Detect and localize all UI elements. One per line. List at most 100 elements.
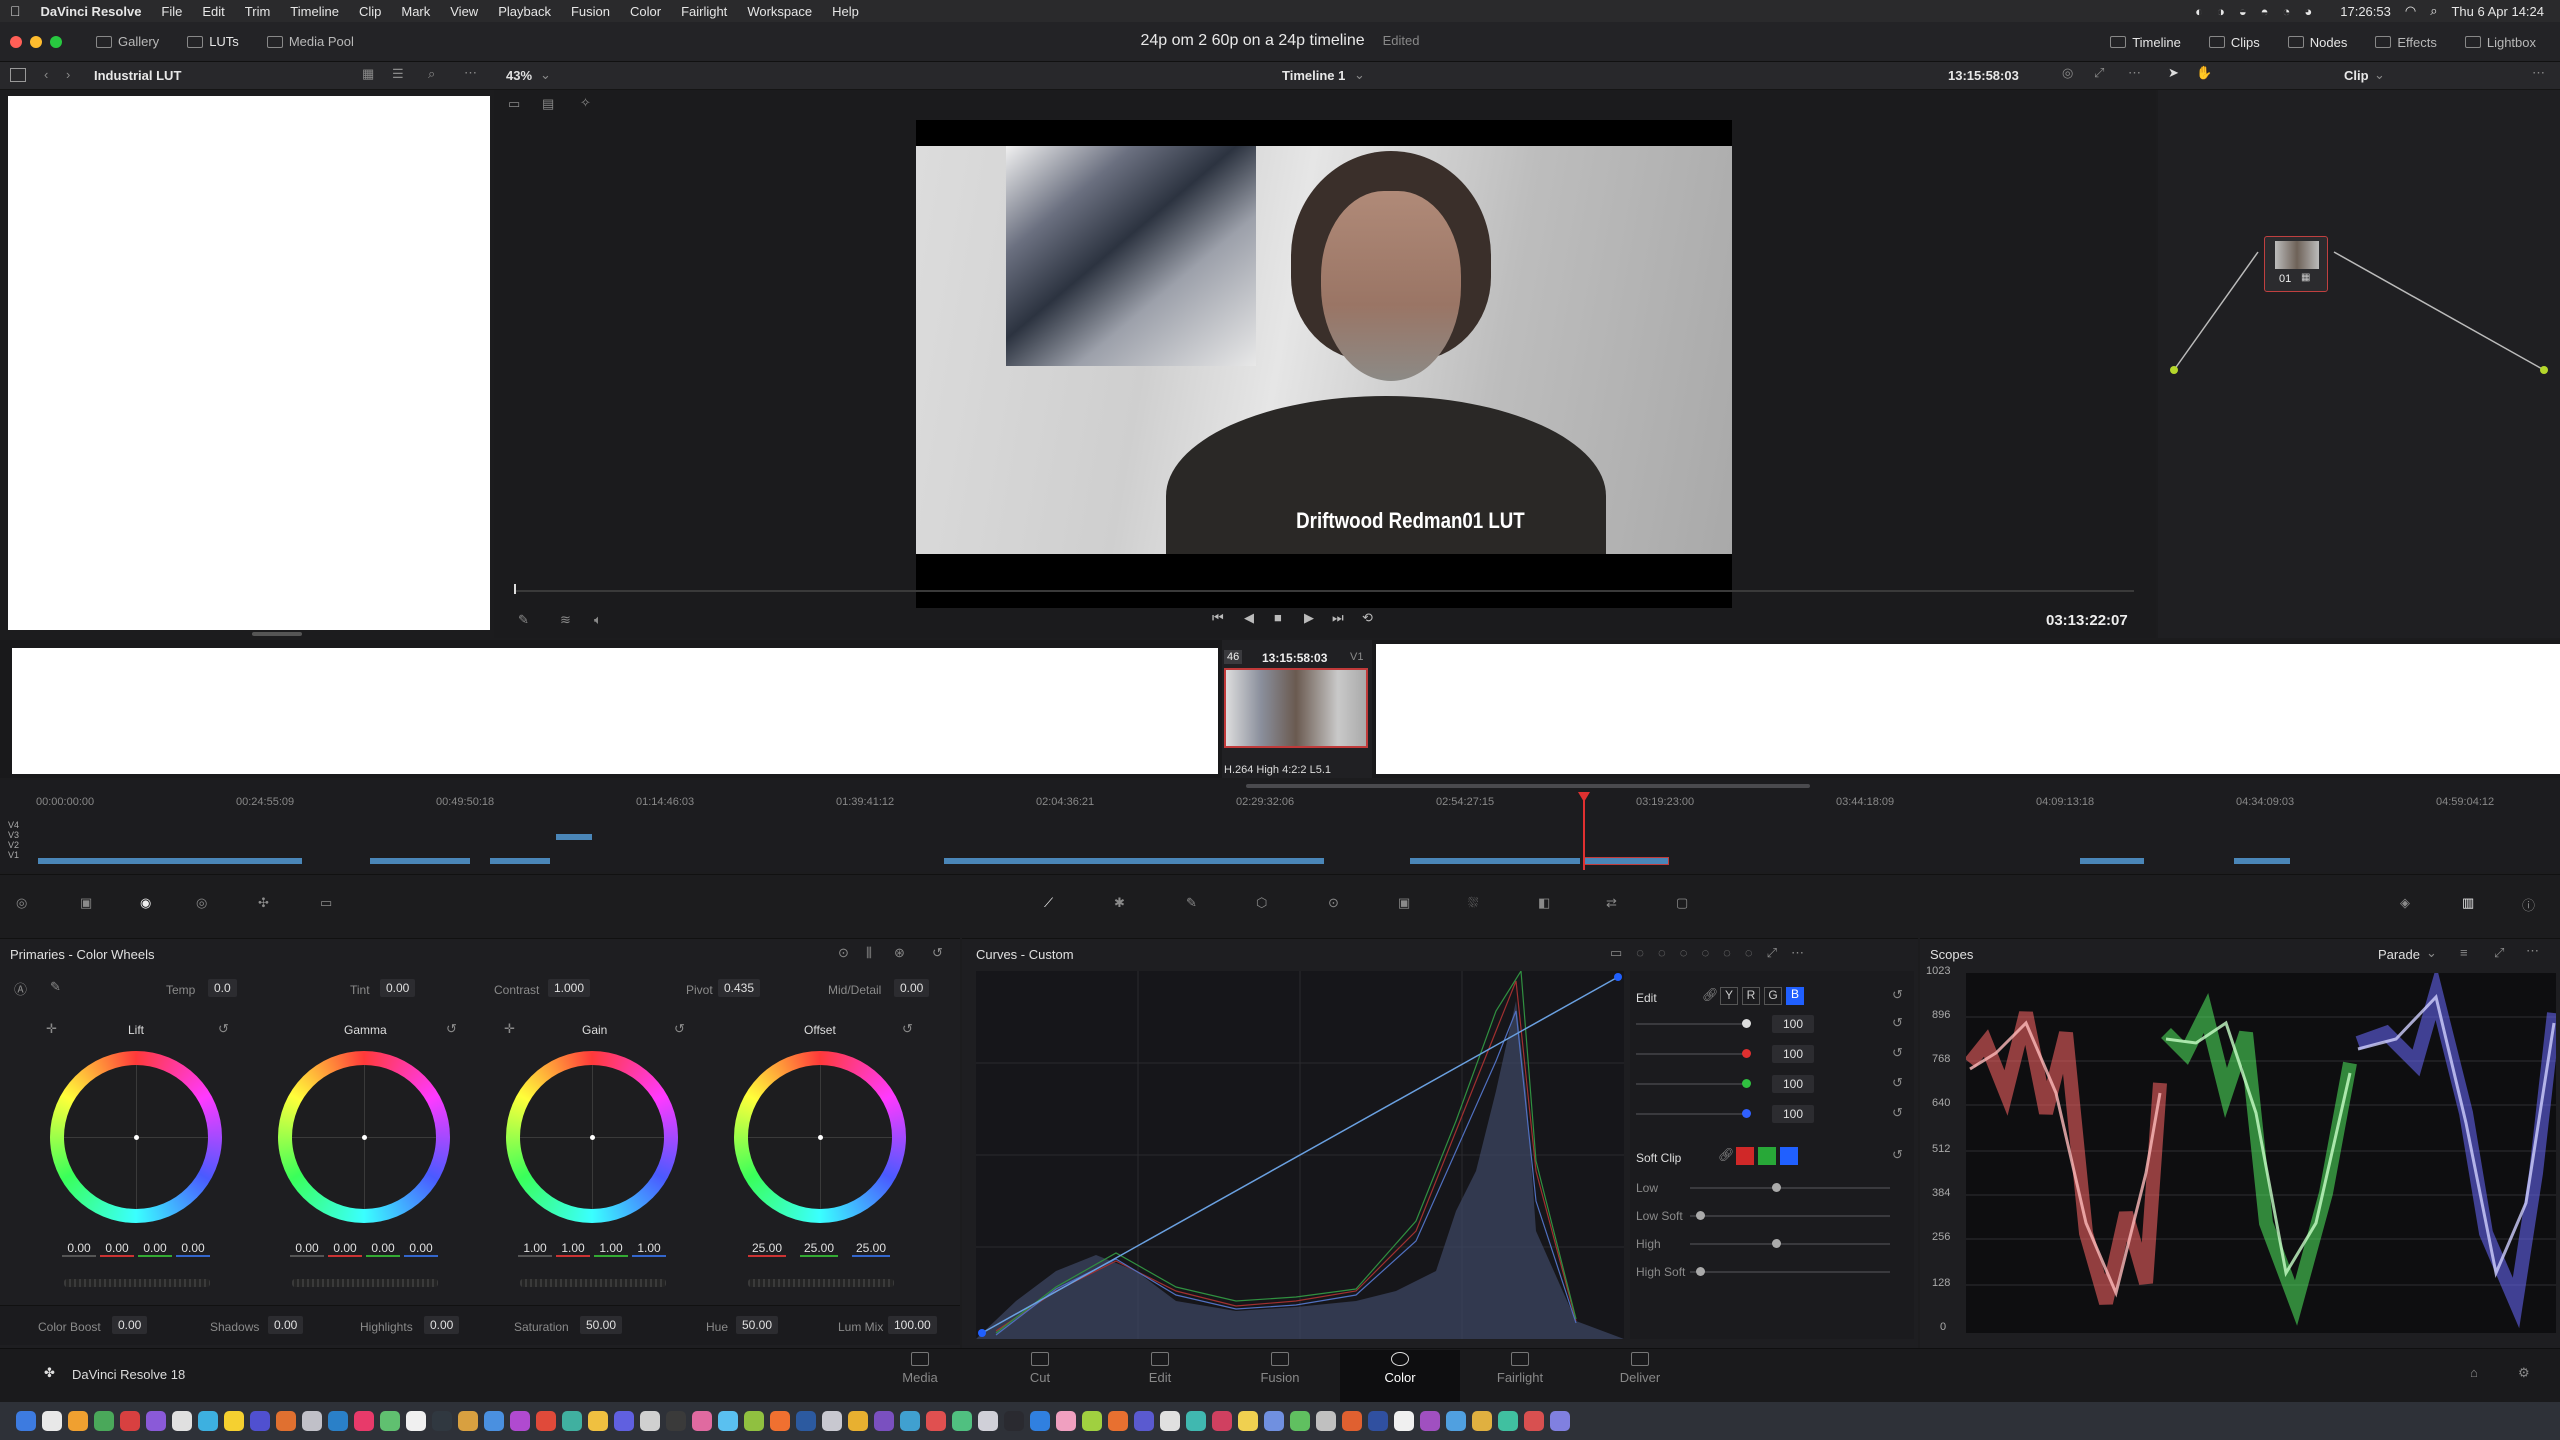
curves-edit-reset-icon[interactable]: ↺ [1892, 987, 1903, 1003]
gamma-wheel-dot[interactable] [362, 1135, 367, 1140]
timeline-playhead[interactable] [1583, 794, 1585, 870]
lift-y[interactable]: 0.00 [62, 1241, 96, 1257]
clip-strip-left-area[interactable] [12, 648, 1218, 774]
timeline-chevron-icon[interactable]: ⌄ [1354, 67, 1365, 83]
status-icons[interactable]: ◐◑◒◓◔◕ [2195, 4, 2326, 19]
node-editor[interactable]: 01 ▦ [2158, 90, 2560, 638]
dock-app-icon[interactable] [666, 1411, 686, 1431]
gamma-values[interactable]: 0.00 0.00 0.00 0.00 [290, 1241, 438, 1257]
layers-icon[interactable]: ≋ [560, 612, 571, 628]
gain-wheel[interactable] [506, 1051, 678, 1223]
scope-expand-icon[interactable]: ⤢ [2494, 945, 2504, 961]
lift-r[interactable]: 0.00 [100, 1241, 134, 1257]
clip-card[interactable]: 46 13:15:58:03 V1 H.264 High 4:2:2 L5.1 [1222, 640, 1372, 778]
menu-file[interactable]: File [151, 4, 192, 19]
node-mode-select[interactable]: Clip [2344, 68, 2369, 83]
channel-y-button[interactable]: Y [1720, 987, 1738, 1005]
viewer-scrubber-handle[interactable] [514, 584, 516, 594]
v1-clip-block[interactable] [2080, 858, 2144, 864]
menu-app-name[interactable]: DaVinci Resolve [31, 4, 152, 19]
y-intensity-reset-icon[interactable]: ↺ [1892, 1015, 1903, 1031]
scope-mode-select[interactable]: Parade [2378, 947, 2420, 962]
dock-app-icon[interactable] [874, 1411, 894, 1431]
timeline-ruler[interactable]: 00:00:00:00 00:24:55:09 00:49:50:18 01:1… [36, 796, 2536, 810]
dock-app-icon[interactable] [120, 1411, 140, 1431]
dock-app-icon[interactable] [68, 1411, 88, 1431]
list-view-icon[interactable]: ☰ [392, 66, 404, 82]
menu-fusion[interactable]: Fusion [561, 4, 620, 19]
temp-field[interactable]: 0.0 [208, 979, 237, 997]
search-icon[interactable]: ⌕ [428, 66, 435, 82]
gamma-g[interactable]: 0.00 [366, 1241, 400, 1257]
lift-reset-icon[interactable]: ↺ [218, 1021, 229, 1037]
gain-picker-icon[interactable]: ✛ [504, 1021, 515, 1037]
dock-app-icon[interactable] [1004, 1411, 1024, 1431]
dock-app-icon[interactable] [224, 1411, 244, 1431]
offset-reset-icon[interactable]: ↺ [902, 1021, 913, 1037]
stop-button[interactable]: ■ [1274, 610, 1282, 625]
viewer-timecode[interactable]: 13:15:58:03 [1948, 68, 2019, 83]
dock-app-icon[interactable] [1368, 1411, 1388, 1431]
lift-picker-icon[interactable]: ✛ [46, 1021, 57, 1037]
dock-app-icon[interactable] [796, 1411, 816, 1431]
softclip-reset-icon[interactable]: ↺ [1892, 1147, 1903, 1163]
lut-browser-scrollbar[interactable] [252, 632, 302, 636]
gain-reset-icon[interactable]: ↺ [674, 1021, 685, 1037]
page-tab-media[interactable]: Media [860, 1352, 980, 1385]
softclip-lowsoft-knob[interactable] [1696, 1211, 1705, 1220]
offset-master-slider[interactable] [748, 1279, 894, 1287]
apple-icon[interactable]:  [0, 3, 31, 19]
softclip-low-slider[interactable] [1690, 1187, 1890, 1189]
back-arrow-icon[interactable]: ‹ [44, 67, 48, 82]
dock-app-icon[interactable] [1550, 1411, 1570, 1431]
primaries-reset-icon[interactable]: ↺ [932, 945, 943, 961]
loop-button[interactable]: ⟲ [1362, 610, 1373, 626]
menu-clip[interactable]: Clip [349, 4, 391, 19]
dock-app-icon[interactable] [1134, 1411, 1154, 1431]
gain-b[interactable]: 1.00 [632, 1241, 666, 1257]
scope-mode-chevron-icon[interactable]: ⌄ [2426, 945, 2437, 961]
r-intensity-field[interactable]: 100 [1772, 1045, 1814, 1063]
dock-app-icon[interactable] [770, 1411, 790, 1431]
go-to-start-button[interactable]: ⏮ [1212, 610, 1224, 626]
clip-strip-right-area[interactable] [1376, 644, 2560, 774]
gamma-wheel[interactable] [278, 1051, 450, 1223]
dock-app-icon[interactable] [1108, 1411, 1128, 1431]
shadows-field[interactable]: 0.00 [268, 1316, 304, 1334]
rgb-mixer-icon[interactable]: ✣ [258, 895, 269, 911]
viewer-mode-icon[interactable]: ▭ [508, 96, 520, 112]
qualifier-icon[interactable]: ✎ [1186, 895, 1197, 911]
dock-app-icon[interactable] [250, 1411, 270, 1431]
minimize-window-button[interactable] [30, 35, 42, 48]
softclip-highsoft-knob[interactable] [1696, 1267, 1705, 1276]
gain-r[interactable]: 1.00 [556, 1241, 590, 1257]
page-tab-cut[interactable]: Cut [980, 1352, 1100, 1385]
blur-icon[interactable]: ⛆ [1468, 895, 1478, 911]
gain-values[interactable]: 1.00 1.00 1.00 1.00 [518, 1241, 666, 1257]
dock-app-icon[interactable] [692, 1411, 712, 1431]
eyedropper-icon[interactable]: ✎ [518, 612, 529, 628]
lightbox-button[interactable]: Lightbox [2451, 35, 2550, 50]
scope-more-icon[interactable]: ⋯ [2526, 943, 2539, 959]
dock-app-icon[interactable] [1186, 1411, 1206, 1431]
channel-g-button[interactable]: G [1764, 987, 1782, 1005]
settings-gear-icon[interactable]: ⚙ [2518, 1365, 2530, 1381]
dock-app-icon[interactable] [1524, 1411, 1544, 1431]
page-tab-color[interactable]: Color [1340, 1350, 1460, 1402]
dock-app-icon[interactable] [1316, 1411, 1336, 1431]
timeline-button[interactable]: Timeline [2096, 35, 2195, 50]
g-intensity-field[interactable]: 100 [1772, 1075, 1814, 1093]
close-window-button[interactable] [10, 35, 22, 48]
gallery-button[interactable]: Gallery [82, 34, 173, 49]
lift-g[interactable]: 0.00 [138, 1241, 172, 1257]
timeline-name[interactable]: Timeline 1 [1282, 68, 1345, 83]
dock-app-icon[interactable] [484, 1411, 504, 1431]
gain-wheel-dot[interactable] [590, 1135, 595, 1140]
volume-icon[interactable]: 🔈︎ [594, 612, 602, 628]
page-tab-deliver[interactable]: Deliver [1580, 1352, 1700, 1385]
magic-mask-icon[interactable]: ▣ [1398, 895, 1410, 911]
curves-toolbar-icons[interactable]: ▭◌◌◌◌◌◌⤢⋯ [1610, 945, 1818, 961]
hand-tool-icon[interactable]: ✋ [2196, 65, 2212, 81]
dock-app-icon[interactable] [432, 1411, 452, 1431]
gamma-reset-icon[interactable]: ↺ [446, 1021, 457, 1037]
